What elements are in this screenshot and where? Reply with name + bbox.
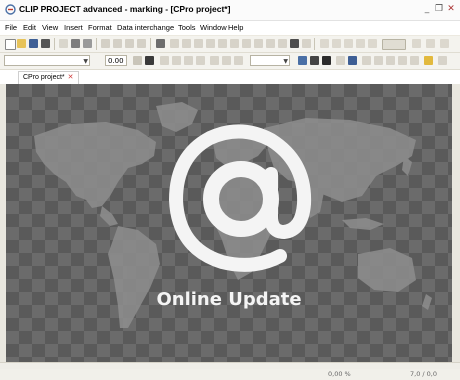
text-tool-icon[interactable] bbox=[336, 56, 345, 65]
undo-icon[interactable] bbox=[101, 39, 110, 48]
mirror-icon[interactable] bbox=[278, 39, 287, 48]
toolbar-icon[interactable] bbox=[398, 56, 407, 65]
strikethrough-icon[interactable] bbox=[196, 56, 205, 65]
properties-icon[interactable] bbox=[156, 39, 165, 48]
toolbar-separator bbox=[150, 38, 151, 50]
continent-central-america bbox=[100, 206, 118, 226]
menu-file[interactable]: File bbox=[5, 23, 17, 32]
line-style-icon[interactable] bbox=[298, 56, 307, 65]
bold-icon[interactable] bbox=[160, 56, 169, 65]
menu-insert[interactable]: Insert bbox=[64, 23, 83, 32]
zoom-out-icon[interactable] bbox=[137, 39, 146, 48]
pen-icon[interactable] bbox=[310, 56, 319, 65]
save-icon[interactable] bbox=[29, 39, 38, 48]
toolbar-icon[interactable] bbox=[440, 39, 449, 48]
toolbar-icon[interactable] bbox=[426, 39, 435, 48]
symbol-icon[interactable] bbox=[348, 56, 357, 65]
toolbar-separator bbox=[314, 38, 315, 50]
splash-workspace: Online Update bbox=[6, 84, 452, 362]
menu-format[interactable]: Format bbox=[88, 23, 112, 32]
info-icon[interactable] bbox=[424, 56, 433, 65]
toolbar-icon[interactable] bbox=[374, 56, 383, 65]
toolbar-icon[interactable] bbox=[412, 39, 421, 48]
align-right-icon[interactable] bbox=[194, 39, 203, 48]
app-logo-icon bbox=[5, 4, 16, 15]
at-sign-icon bbox=[169, 124, 312, 272]
standard-toolbar bbox=[0, 36, 460, 53]
fill-color-icon[interactable] bbox=[322, 56, 331, 65]
rotate-icon[interactable] bbox=[266, 39, 275, 48]
menu-bar: File Edit View Insert Format Data interc… bbox=[0, 21, 460, 35]
menu-edit[interactable]: Edit bbox=[23, 23, 36, 32]
cut-icon[interactable] bbox=[59, 39, 68, 48]
zoom-combo-icon[interactable] bbox=[382, 39, 406, 50]
text-align-right-icon[interactable] bbox=[234, 56, 243, 65]
continent-south-america bbox=[108, 226, 160, 328]
toolbar-icon[interactable] bbox=[438, 56, 447, 65]
toolbar-icon[interactable] bbox=[410, 56, 419, 65]
toolbar-icon[interactable] bbox=[386, 56, 395, 65]
continent-australia bbox=[358, 248, 416, 292]
underline-icon[interactable] bbox=[184, 56, 193, 65]
status-zoom: 0,00 % bbox=[328, 370, 351, 378]
menu-data-interchange[interactable]: Data interchange bbox=[117, 23, 174, 32]
print-icon[interactable] bbox=[41, 39, 50, 48]
menu-window[interactable]: Window bbox=[200, 23, 227, 32]
snap-icon[interactable] bbox=[302, 39, 311, 48]
toolbar-icon[interactable] bbox=[362, 56, 371, 65]
font-size-arrow-icon[interactable] bbox=[133, 56, 142, 65]
toolbar-separator bbox=[96, 38, 97, 50]
chart-icon[interactable] bbox=[368, 39, 377, 48]
menu-tools[interactable]: Tools bbox=[178, 23, 196, 32]
tab-close-icon[interactable]: ✕ bbox=[68, 74, 74, 81]
zoom-in-icon[interactable] bbox=[125, 39, 134, 48]
redo-icon[interactable] bbox=[113, 39, 122, 48]
group-icon[interactable] bbox=[218, 39, 227, 48]
status-coordinates: 7,0 / 0,0 bbox=[410, 370, 437, 378]
font-size-combo[interactable]: 0.00 bbox=[105, 55, 127, 66]
format-toolbar: ▼ 0.00 ▼ bbox=[0, 53, 460, 70]
chevron-down-icon: ▼ bbox=[83, 58, 88, 65]
chevron-down-icon: ▼ bbox=[283, 58, 288, 65]
font-family-combo[interactable]: ▼ bbox=[4, 55, 90, 66]
bring-front-icon[interactable] bbox=[242, 39, 251, 48]
toolbar-separator bbox=[54, 38, 55, 50]
new-document-icon[interactable] bbox=[5, 39, 16, 50]
continent-indonesia bbox=[342, 218, 384, 230]
splash-caption: Online Update bbox=[156, 289, 302, 310]
status-bar: 0,00 % 7,0 / 0,0 bbox=[0, 369, 460, 380]
grid-icon[interactable] bbox=[320, 39, 329, 48]
menu-view[interactable]: View bbox=[42, 23, 58, 32]
tab-cpro-project[interactable]: CPro project* ✕ bbox=[18, 71, 79, 84]
close-button[interactable]: ✕ bbox=[446, 4, 456, 14]
open-folder-icon[interactable] bbox=[17, 39, 26, 48]
style-combo[interactable]: ▼ bbox=[250, 55, 290, 66]
restore-button[interactable]: ❐ bbox=[434, 4, 444, 14]
minimize-button[interactable]: _ bbox=[422, 4, 432, 14]
window-title: CLIP PROJECT advanced - marking - [CPro … bbox=[19, 4, 231, 14]
continent-north-america bbox=[34, 122, 156, 208]
application-window: CLIP PROJECT advanced - marking - [CPro … bbox=[0, 0, 460, 380]
document-tab-bar: CPro project* ✕ bbox=[0, 70, 460, 85]
table-icon[interactable] bbox=[356, 39, 365, 48]
send-back-icon[interactable] bbox=[254, 39, 263, 48]
font-color-icon[interactable] bbox=[145, 56, 154, 65]
menu-help[interactable]: Help bbox=[228, 23, 243, 32]
measure-icon[interactable] bbox=[344, 39, 353, 48]
text-align-center-icon[interactable] bbox=[222, 56, 231, 65]
distribute-icon[interactable] bbox=[206, 39, 215, 48]
italic-icon[interactable] bbox=[172, 56, 181, 65]
paste-icon[interactable] bbox=[83, 39, 92, 48]
vertical-scrollbar[interactable] bbox=[452, 84, 460, 362]
ungroup-icon[interactable] bbox=[230, 39, 239, 48]
text-align-left-icon[interactable] bbox=[210, 56, 219, 65]
layer-icon[interactable] bbox=[290, 39, 299, 48]
ruler-icon[interactable] bbox=[332, 39, 341, 48]
align-left-icon[interactable] bbox=[170, 39, 179, 48]
title-bar: CLIP PROJECT advanced - marking - [CPro … bbox=[0, 0, 460, 21]
copy-icon[interactable] bbox=[71, 39, 80, 48]
align-center-icon[interactable] bbox=[182, 39, 191, 48]
tab-label: CPro project* bbox=[23, 74, 65, 81]
font-size-value: 0.00 bbox=[108, 57, 124, 65]
